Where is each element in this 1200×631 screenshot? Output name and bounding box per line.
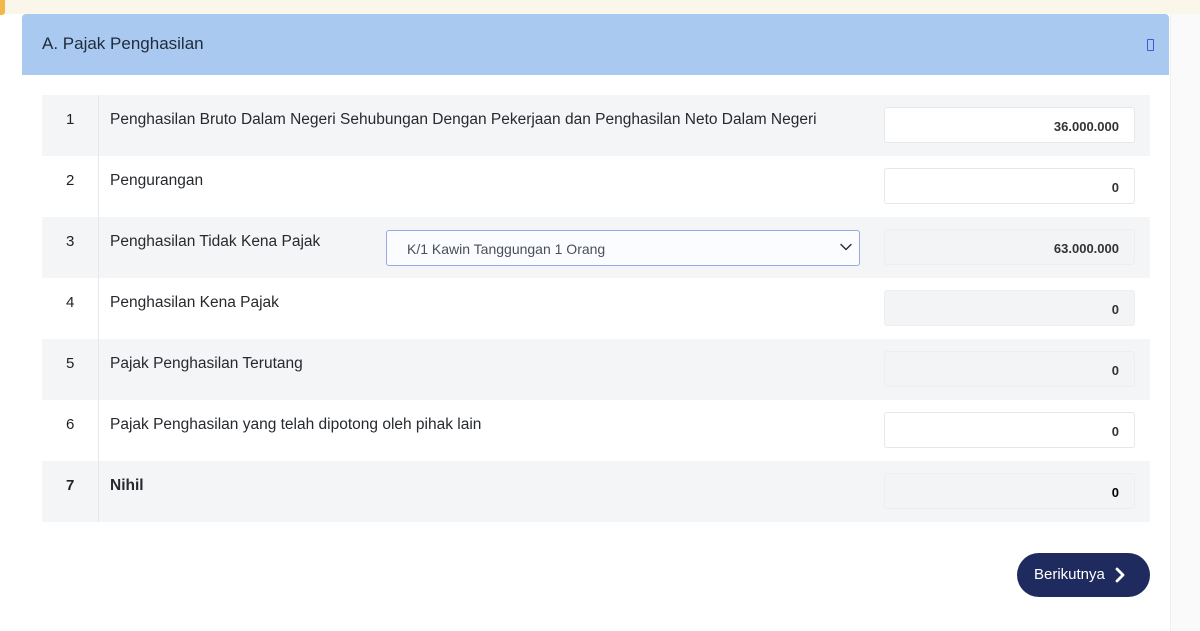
row-number: 1 <box>66 111 75 128</box>
top-banner-strip <box>0 0 1200 14</box>
row-value: 0 <box>1111 363 1119 378</box>
row-label: Penghasilan Kena Pajak <box>110 294 279 311</box>
row-value: 0 <box>1111 180 1119 195</box>
pph-dipotong-input[interactable]: 0 <box>884 412 1135 448</box>
row-label: Penghasilan Bruto Dalam Negeri Sehubunga… <box>110 111 817 128</box>
ptkp-status-select[interactable]: K/1 Kawin Tanggungan 1 Orang <box>386 230 860 266</box>
row-number: 2 <box>66 172 75 189</box>
row-number-cell: 3 <box>42 217 99 278</box>
table-row: 2 Pengurangan 0 <box>42 156 1150 217</box>
section-title: A. Pajak Penghasilan <box>42 34 204 53</box>
row-number-cell: 6 <box>42 400 99 461</box>
row-number-cell: 1 <box>42 95 99 156</box>
table-row: 3 Penghasilan Tidak Kena Pajak K/1 Kawin… <box>42 217 1150 278</box>
collapse-icon[interactable] <box>1147 39 1154 51</box>
pengurangan-input[interactable]: 0 <box>884 168 1135 204</box>
row-number: 5 <box>66 355 75 372</box>
corner-accent <box>0 0 5 15</box>
row-label: Nihil <box>110 477 144 494</box>
next-button-label: Berikutnya <box>1034 566 1105 583</box>
row-value: 0 <box>1111 424 1119 439</box>
bruto-input[interactable]: 36.000.000 <box>884 107 1135 143</box>
table-row: 6 Pajak Penghasilan yang telah dipotong … <box>42 400 1150 461</box>
pph-terutang-field: 0 <box>884 351 1135 387</box>
row-number: 6 <box>66 416 75 433</box>
ptkp-value-field: 63.000.000 <box>884 229 1135 265</box>
tax-table: 1 Penghasilan Bruto Dalam Negeri Sehubun… <box>42 95 1150 522</box>
row-number: 7 <box>66 477 75 494</box>
table-row: 1 Penghasilan Bruto Dalam Negeri Sehubun… <box>42 95 1150 156</box>
row-label: Penghasilan Tidak Kena Pajak <box>110 233 321 250</box>
row-label: Pajak Penghasilan Terutang <box>110 355 303 372</box>
table-row: 7 Nihil 0 <box>42 461 1150 522</box>
row-value: 0 <box>1111 302 1119 317</box>
row-label: Pajak Penghasilan yang telah dipotong ol… <box>110 416 482 433</box>
page-scroll-gutter <box>1170 14 1200 631</box>
row-label: Pengurangan <box>110 172 204 189</box>
chevron-right-icon <box>1115 567 1125 583</box>
ptkp-selected-value: K/1 Kawin Tanggungan 1 Orang <box>407 241 606 257</box>
row-number-cell: 2 <box>42 156 99 217</box>
chevron-down-icon <box>840 243 852 251</box>
next-button[interactable]: Berikutnya <box>1017 553 1150 597</box>
section-header[interactable]: A. Pajak Penghasilan <box>22 14 1169 75</box>
row-value: 63.000.000 <box>1053 241 1119 256</box>
table-row: 5 Pajak Penghasilan Terutang 0 <box>42 339 1150 400</box>
row-number-cell: 7 <box>42 461 99 522</box>
pkp-value-field: 0 <box>884 290 1135 326</box>
nihil-value-field: 0 <box>884 473 1135 509</box>
row-value: 36.000.000 <box>1053 119 1119 134</box>
row-value: 0 <box>1111 485 1119 500</box>
row-number-cell: 5 <box>42 339 99 400</box>
table-row: 4 Penghasilan Kena Pajak 0 <box>42 278 1150 339</box>
row-number: 4 <box>66 294 75 311</box>
row-number: 3 <box>66 233 75 250</box>
row-number-cell: 4 <box>42 278 99 339</box>
pajak-penghasilan-card: A. Pajak Penghasilan 1 Penghasilan Bruto… <box>22 14 1169 631</box>
